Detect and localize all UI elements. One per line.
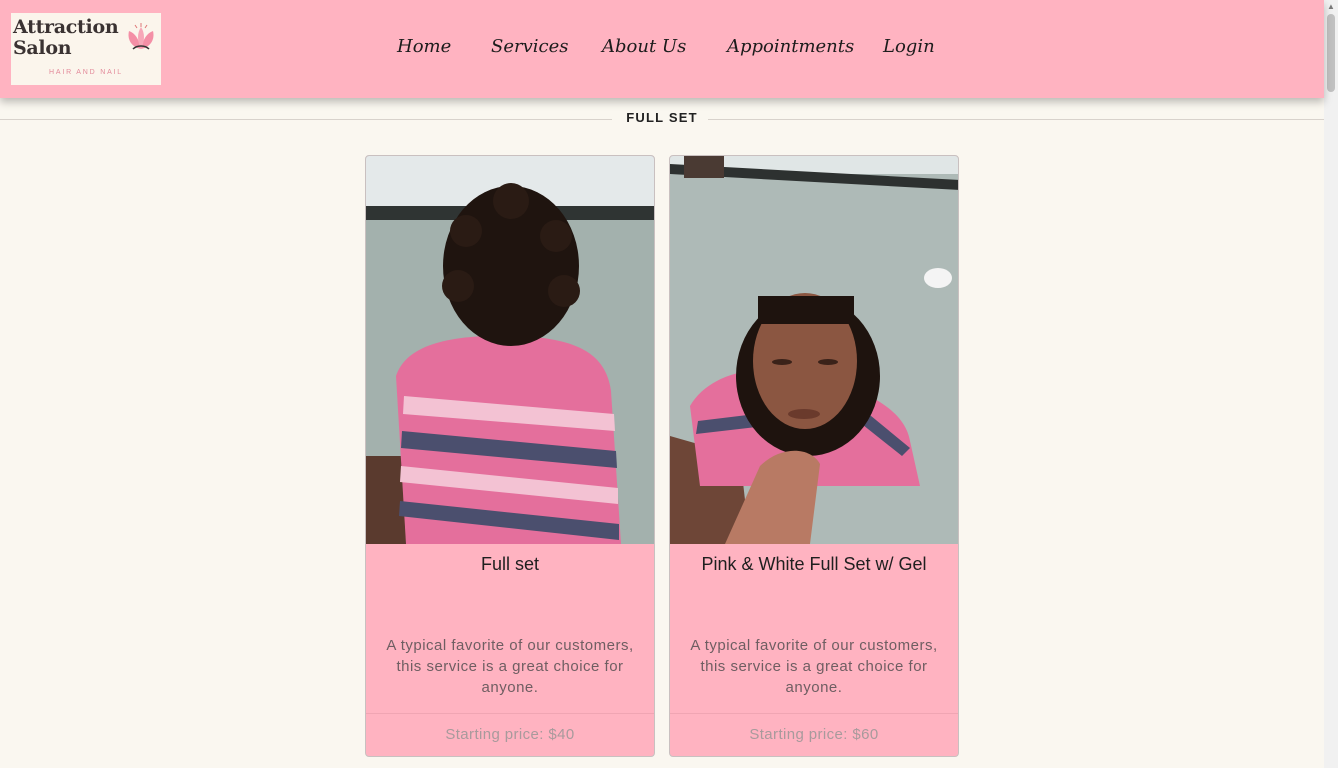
lotus-flower-icon <box>128 23 154 50</box>
section-header: FULL SET <box>0 108 1324 130</box>
service-title: Full set <box>480 554 540 574</box>
nav-services-link[interactable]: Services <box>491 36 568 62</box>
service-description: A typical favorite of our customers, thi… <box>386 637 634 696</box>
service-description: A typical favorite of our customers, thi… <box>690 637 938 696</box>
logo-tagline: HAIR AND NAIL <box>49 69 123 76</box>
nav-about-us-link[interactable]: About Us <box>602 36 686 62</box>
service-price: Starting price: $40 <box>366 713 654 756</box>
logo-name-line2: Salon <box>13 37 72 59</box>
section-divider-left <box>0 119 612 120</box>
scrollbar-thumb[interactable] <box>1327 14 1335 92</box>
scroll-up-arrow-icon[interactable]: ▲ <box>1327 2 1335 11</box>
nav-login-link[interactable]: Login <box>883 36 935 62</box>
service-card-full-set[interactable]: Full set A typical favorite of our custo… <box>365 155 655 757</box>
section-divider-right <box>708 119 1324 120</box>
nav-appointments-link[interactable]: Appointments <box>727 36 854 62</box>
service-photo <box>670 156 958 544</box>
service-price: Starting price: $60 <box>670 713 958 756</box>
salon-logo[interactable]: Attraction Salon HAIR AND NAIL <box>11 13 161 85</box>
service-title: Pink & White Full Set w/ Gel <box>701 554 927 574</box>
service-card-pink-white-full-set-gel[interactable]: Pink & White Full Set w/ Gel A typical f… <box>669 155 959 757</box>
page-scrollbar[interactable]: ▲ <box>1324 0 1338 768</box>
nav-home-link[interactable]: Home <box>397 36 451 62</box>
logo-name-line1: Attraction <box>13 16 119 38</box>
top-navbar: Attraction Salon HAIR AND NAIL Home Serv… <box>0 0 1324 98</box>
section-title: FULL SET <box>626 110 698 125</box>
service-photo <box>366 156 654 544</box>
